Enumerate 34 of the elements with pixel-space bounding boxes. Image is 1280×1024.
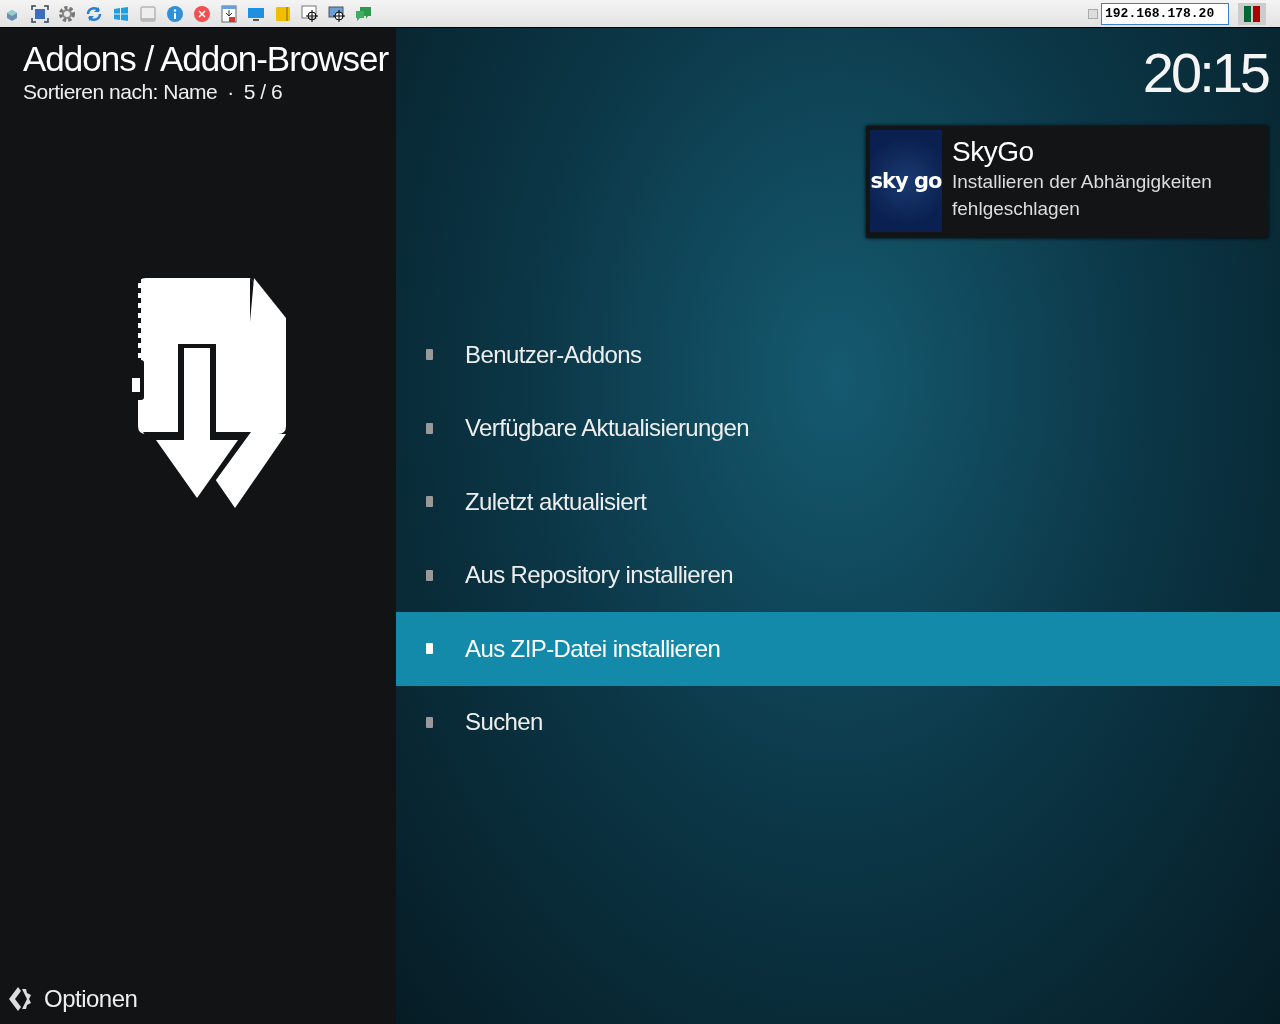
bullet-icon (426, 422, 433, 434)
notebook-icon[interactable] (274, 4, 292, 23)
info-icon[interactable] (166, 4, 184, 23)
bullet-icon (426, 643, 433, 655)
checkbox-icon[interactable] (1088, 8, 1098, 19)
menu-item[interactable]: Aus Repository installieren (396, 538, 1280, 612)
window-target-icon[interactable] (301, 4, 319, 23)
bullet-icon (426, 349, 433, 361)
bullet-icon (426, 496, 433, 508)
sort-label: Sortieren nach: Name (23, 80, 218, 104)
chat-bubbles-icon[interactable] (355, 4, 373, 23)
windows-icon[interactable] (112, 4, 130, 23)
separator-dot: · (227, 80, 234, 104)
address-field[interactable]: 192.168.178.20 (1101, 2, 1229, 25)
menu-item[interactable]: Zuletzt aktualisiert (396, 465, 1280, 539)
clock: 20:15 (1142, 40, 1268, 105)
menu-item[interactable]: Benutzer-Addons (396, 318, 1280, 392)
bullet-icon (426, 716, 433, 728)
fullscreen-icon[interactable] (31, 4, 49, 23)
options-button[interactable]: Optionen (0, 984, 144, 1014)
window-download-icon[interactable] (220, 4, 238, 23)
app-logo: sky go (870, 130, 942, 232)
bullet-icon (426, 569, 433, 581)
item-position: 5 / 6 (243, 80, 283, 104)
menu-item[interactable]: Suchen (396, 685, 1280, 759)
connection-status-icon (1238, 2, 1266, 25)
notification-message: Installieren der Abhängigkeiten fehlgeschlagen (952, 170, 1213, 221)
menu-item[interactable]: Aus ZIP-Datei installieren (396, 612, 1280, 686)
notification-title: SkyGo (952, 136, 1035, 168)
page-title: Addons / Addon-Browser (23, 38, 390, 80)
close-icon[interactable] (193, 4, 211, 23)
monitor-target-icon[interactable] (328, 4, 346, 23)
refresh-icon[interactable] (85, 4, 103, 23)
menu-item[interactable]: Verfügbare Aktualisierungen (396, 391, 1280, 465)
